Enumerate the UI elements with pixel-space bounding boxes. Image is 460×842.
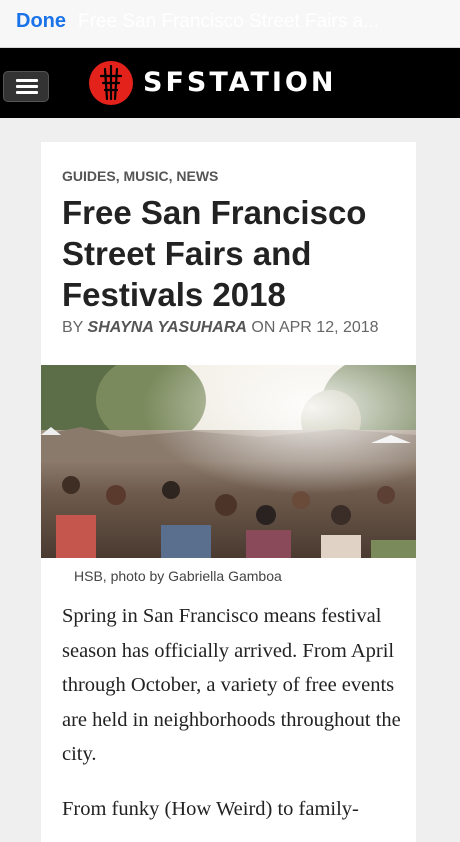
publish-date: APR 12, 2018 <box>278 319 379 336</box>
done-button[interactable]: Done <box>16 10 66 33</box>
byline: BY SHAYNA YASUHARA ON APR 12, 2018 <box>62 319 379 337</box>
image-caption: HSB, photo by Gabriella Gamboa <box>74 568 282 584</box>
author-link[interactable]: SHAYNA YASUHARA <box>88 319 247 336</box>
article-title: Free San Francisco Street Fairs and Fest… <box>62 194 367 313</box>
byline-prefix: BY <box>62 319 84 336</box>
category-link-music[interactable]: MUSIC <box>123 168 168 184</box>
menu-button[interactable] <box>3 71 49 102</box>
article-paragraph: From funky (How Weird) to family- <box>62 798 359 820</box>
article-card: GUIDES, MUSIC, NEWS Free San Francisco S… <box>41 142 416 842</box>
browser-top-bar: Done Free San Francisco Street Fairs a..… <box>0 0 460 48</box>
sutro-tower-logo-icon[interactable] <box>88 60 134 106</box>
article-image <box>41 365 416 558</box>
category-list: GUIDES, MUSIC, NEWS <box>62 168 219 184</box>
site-logo-text[interactable]: SFSTATION <box>143 67 336 98</box>
category-link-news[interactable]: NEWS <box>176 168 218 184</box>
date-prefix: ON <box>251 319 276 336</box>
category-link-guides[interactable]: GUIDES <box>62 168 116 184</box>
site-header: SFSTATION <box>0 48 460 118</box>
article-paragraph: Spring in San Francisco means festival s… <box>62 605 401 765</box>
page-title: Free San Francisco Street Fairs a... <box>78 11 379 32</box>
